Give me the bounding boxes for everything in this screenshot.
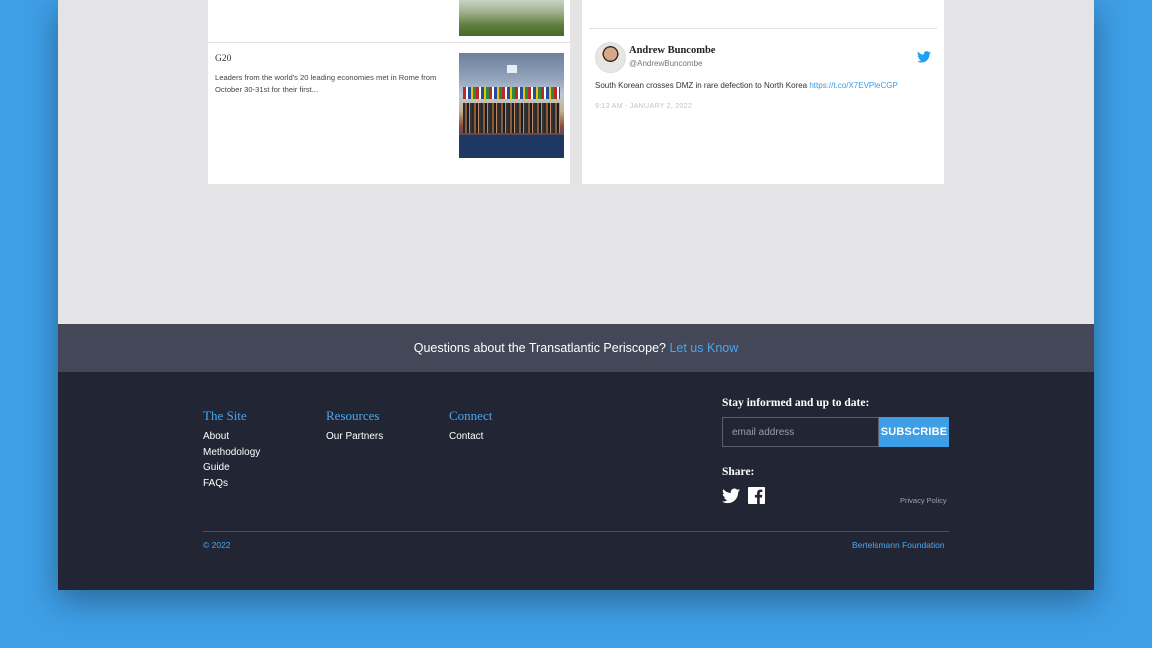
stage (459, 135, 564, 158)
subscribe-button[interactable]: SUBSCRIBE (879, 417, 949, 447)
footer-link-about[interactable]: About (203, 429, 260, 445)
footer-heading-resources: Resources (326, 408, 380, 423)
news-image[interactable] (459, 53, 564, 158)
divider (589, 28, 937, 29)
news-thumbnail-top[interactable] (459, 0, 564, 36)
tweet-author-name[interactable]: Andrew Buncombe (629, 45, 715, 56)
tweet-text: South Korean crosses DMZ in rare defecti… (595, 81, 898, 90)
privacy-policy-link[interactable]: Privacy Policy (900, 496, 947, 505)
tweet-body: South Korean crosses DMZ in rare defecti… (595, 81, 808, 90)
questions-text: Questions about the Transatlantic Perisc… (413, 341, 666, 355)
divider (208, 42, 570, 43)
footer-link-faqs[interactable]: FAQs (203, 476, 260, 492)
site-footer: The Site About Methodology Guide FAQs Re… (58, 372, 1094, 590)
footer-link-contact[interactable]: Contact (449, 429, 492, 445)
copyright: © 2022 (203, 540, 231, 550)
footer-divider (203, 531, 949, 532)
tweet-timestamp[interactable]: 9:13 AM - January 2, 2022 (595, 101, 692, 110)
footer-column-resources: Resources Our Partners (326, 408, 383, 445)
news-card: G20 Leaders from the world's 20 leading … (208, 0, 570, 184)
tweet-link[interactable]: https://t.co/X7EVPleCGP (809, 81, 897, 90)
footer-column-connect: Connect Contact (449, 408, 492, 445)
flags-row (463, 87, 560, 99)
footer-link-methodology[interactable]: Methodology (203, 445, 260, 461)
footer-column-site: The Site About Methodology Guide FAQs (203, 408, 260, 491)
tweet-card: Andrew Buncombe @AndrewBuncombe South Ko… (582, 0, 944, 184)
avatar[interactable] (595, 42, 626, 73)
twitter-icon[interactable] (917, 51, 931, 63)
let-us-know-link[interactable]: Let us Know (669, 341, 738, 355)
group-photo (463, 103, 560, 133)
tweet-author-handle[interactable]: @AndrewBuncombe (629, 59, 703, 68)
questions-bar: Questions about the Transatlantic Perisc… (58, 324, 1094, 372)
email-field[interactable] (722, 417, 879, 447)
facebook-icon[interactable] (748, 487, 765, 504)
news-description: Leaders from the world's 20 leading econ… (215, 73, 437, 94)
summit-logo (507, 65, 517, 73)
twitter-icon[interactable] (722, 488, 740, 504)
footer-link-guide[interactable]: Guide (203, 460, 260, 476)
footer-heading-site: The Site (203, 408, 247, 423)
footer-link-our-partners[interactable]: Our Partners (326, 429, 383, 445)
bertelsmann-foundation-link[interactable]: Bertelsmann Foundation (852, 540, 945, 550)
footer-heading-connect: Connect (449, 408, 493, 423)
newsletter-label: Stay informed and up to date: (722, 397, 870, 409)
news-title[interactable]: G20 (215, 54, 231, 64)
share-label: Share: (722, 466, 755, 478)
browser-window: G20 Leaders from the world's 20 leading … (58, 0, 1094, 590)
